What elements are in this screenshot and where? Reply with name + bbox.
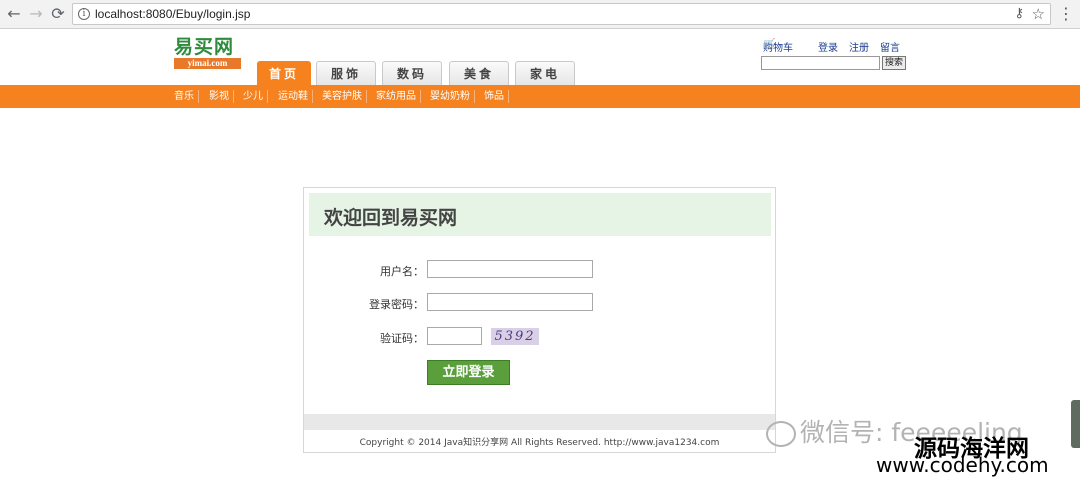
- bookmark-star-icon[interactable]: ☆: [1032, 5, 1045, 23]
- back-arrow-icon[interactable]: ←: [4, 4, 24, 24]
- category-link-movies[interactable]: 影视: [205, 90, 234, 103]
- tab-appliances[interactable]: 家电: [515, 61, 575, 85]
- category-link-music[interactable]: 音乐: [170, 90, 199, 103]
- copyright-text: Copyright © 2014 Java知识分享网 All Rights Re…: [359, 438, 720, 448]
- username-label: 用户名：: [380, 265, 424, 278]
- login-submit-button[interactable]: 立即登录: [427, 360, 510, 385]
- tab-home[interactable]: 首页: [257, 61, 311, 85]
- login-footer-bar: [304, 414, 775, 430]
- category-link-baby-formula[interactable]: 婴幼奶粉: [426, 90, 475, 103]
- category-link-sneakers[interactable]: 运动鞋: [274, 90, 313, 103]
- category-link-accessories[interactable]: 饰品: [480, 90, 509, 103]
- logo-chinese-text: 易买网: [174, 36, 235, 58]
- category-link-kids[interactable]: 少儿: [239, 90, 268, 103]
- url-text[interactable]: localhost:8080/Ebuy/login.jsp: [95, 7, 250, 21]
- password-label: 登录密码：: [369, 298, 424, 311]
- site-logo[interactable]: 易买网 yimai.com: [174, 36, 242, 72]
- browser-toolbar: ← → ⟳ i localhost:8080/Ebuy/login.jsp ⚷ …: [0, 0, 1080, 29]
- login-panel: 欢迎回到易买网 用户名： 登录密码： 验证码： 5392 立即登录 Copyri…: [303, 187, 776, 453]
- wechat-icon: [766, 421, 796, 447]
- forward-arrow-icon[interactable]: →: [26, 4, 46, 24]
- category-link-home-textiles[interactable]: 家纺用品: [372, 90, 421, 103]
- login-header: 欢迎回到易买网: [309, 193, 771, 236]
- info-icon[interactable]: i: [78, 8, 90, 20]
- search-button[interactable]: 搜索: [882, 56, 906, 70]
- captcha-field[interactable]: [427, 327, 482, 345]
- key-icon[interactable]: ⚷: [1014, 6, 1024, 21]
- login-link[interactable]: 登录: [818, 39, 838, 54]
- url-watermark: www.codehy.com: [876, 453, 1049, 477]
- username-field[interactable]: [427, 260, 593, 278]
- tab-clothing[interactable]: 服饰: [316, 61, 376, 85]
- browser-menu-icon[interactable]: ⋮: [1058, 4, 1074, 24]
- cart-icon: 🛒: [763, 39, 776, 50]
- login-title: 欢迎回到易买网: [324, 207, 458, 229]
- tab-food[interactable]: 美食: [449, 61, 509, 85]
- register-link[interactable]: 注册: [849, 39, 869, 54]
- password-field[interactable]: [427, 293, 593, 311]
- search-input[interactable]: [761, 56, 880, 70]
- reload-icon[interactable]: ⟳: [48, 4, 68, 24]
- captcha-label: 验证码：: [380, 332, 424, 345]
- logo-domain-text: yimai.com: [174, 58, 241, 69]
- category-link-beauty[interactable]: 美容护肤: [318, 90, 367, 103]
- category-bar: 音乐 影视 少儿 运动鞋 美容护肤 家纺用品 婴幼奶粉 饰品: [0, 85, 1080, 108]
- captcha-image[interactable]: 5392: [491, 328, 539, 345]
- cart-link[interactable]: 🛒 购物车: [763, 39, 793, 54]
- message-link[interactable]: 留言: [880, 39, 900, 54]
- address-bar[interactable]: i localhost:8080/Ebuy/login.jsp ⚷ ☆: [72, 3, 1051, 25]
- tab-digital[interactable]: 数码: [382, 61, 442, 85]
- side-panel-handle[interactable]: [1071, 400, 1080, 448]
